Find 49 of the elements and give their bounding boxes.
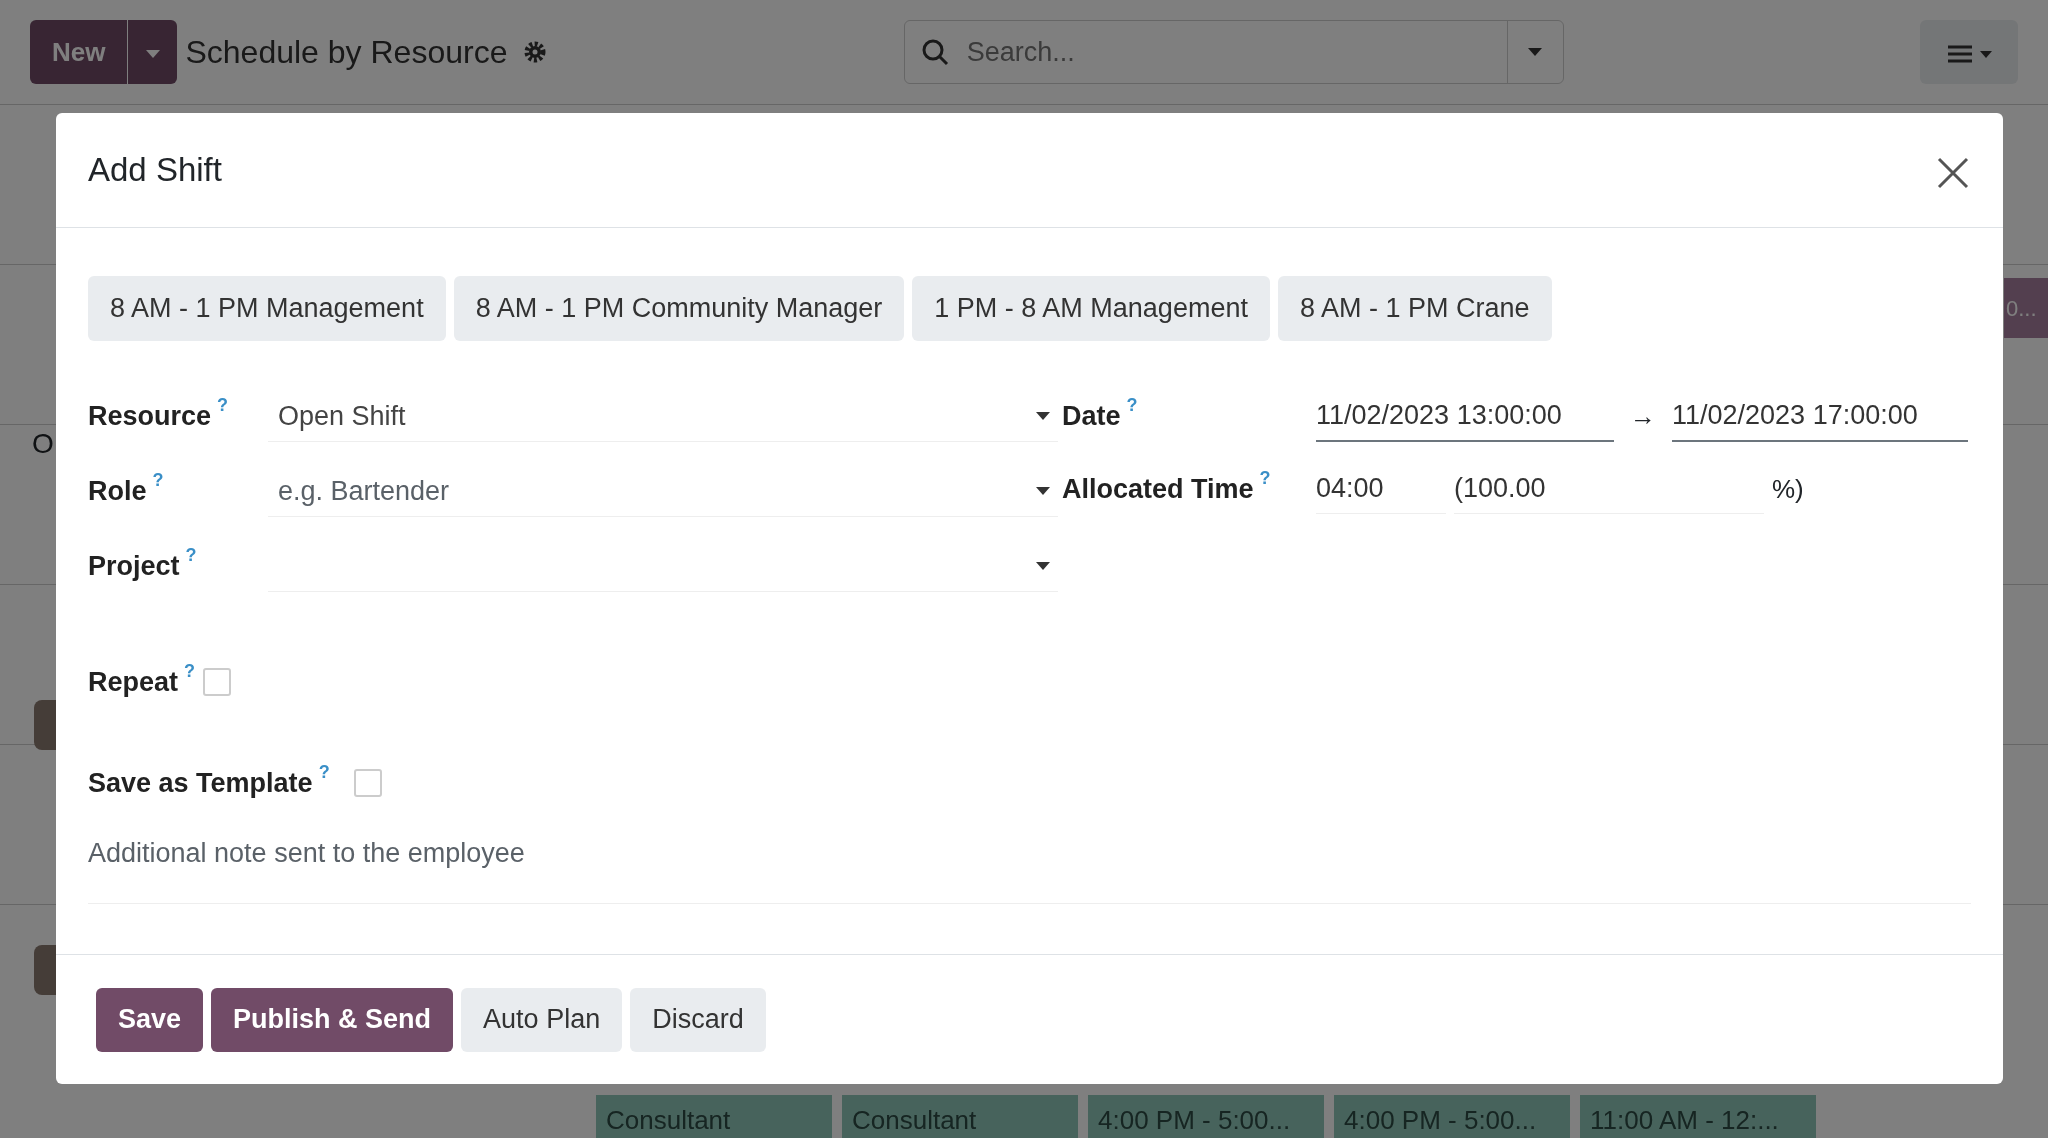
dialog-button[interactable]: Auto Plan: [461, 987, 623, 1052]
dialog-button[interactable]: Save: [96, 987, 204, 1052]
caret-icon[interactable]: [1036, 562, 1050, 570]
select-field[interactable]: e.g. Bartender: [268, 466, 1058, 517]
help-mark[interactable]: ?: [185, 546, 197, 565]
help-mark[interactable]: ?: [152, 471, 164, 490]
search-field[interactable]: Search...: [903, 20, 1564, 84]
select-field[interactable]: Open Shift: [268, 391, 1058, 442]
date-field[interactable]: 11/02/2023 13:00:00: [1316, 391, 1614, 442]
template-button[interactable]: 8 AM - 1 PM Community Manager: [453, 276, 905, 341]
gear-icon[interactable]: [523, 40, 548, 64]
search-icon: [920, 38, 949, 66]
help-mark[interactable]: ?: [1126, 396, 1138, 415]
field-label: Date: [1062, 400, 1121, 434]
field-label: Resource: [88, 400, 212, 434]
dialog-button[interactable]: Discard: [630, 987, 766, 1052]
date-field[interactable]: 11/02/2023 17:00:00: [1672, 391, 1968, 442]
page-title: Schedule by Resource: [185, 33, 508, 72]
template-button[interactable]: 8 AM - 1 PM Crane: [1277, 276, 1552, 341]
caret-icon[interactable]: [1036, 412, 1050, 420]
caret-icon: [145, 49, 160, 58]
help-mark[interactable]: ?: [318, 762, 330, 781]
view-switcher-button[interactable]: [1920, 20, 2018, 84]
hours-field[interactable]: 04:00: [1316, 464, 1446, 514]
checkbox[interactable]: [353, 768, 382, 797]
percent-text: %): [1772, 472, 1804, 506]
dialog-title: Add Shift: [88, 150, 222, 190]
arrow-text: →: [1630, 400, 1656, 433]
search-input[interactable]: Search...: [964, 30, 1507, 74]
help-mark[interactable]: ?: [184, 662, 196, 680]
select-input[interactable]: e.g. Bartender: [276, 469, 1036, 513]
field-label: Save as Template: [88, 766, 313, 800]
select-input[interactable]: Open Shift: [276, 394, 1036, 438]
new-button[interactable]: New: [30, 20, 128, 84]
caret-icon[interactable]: [1036, 487, 1050, 495]
field-label: Repeat: [88, 666, 179, 699]
new-dropdown-button[interactable]: [127, 20, 178, 84]
percent-field[interactable]: (100.00: [1454, 464, 1764, 514]
field-label: Role: [88, 475, 147, 509]
template-button[interactable]: 8 AM - 1 PM Management: [88, 276, 446, 341]
checkbox[interactable]: [203, 668, 232, 697]
row-label: O: [32, 427, 54, 461]
field-label: Allocated Time: [1062, 472, 1254, 506]
template-button[interactable]: 1 PM - 8 AM Management: [912, 276, 1270, 341]
note-field[interactable]: Additional note sent to the employee: [88, 823, 1971, 883]
field-label: Project: [88, 550, 180, 584]
help-mark[interactable]: ?: [217, 396, 229, 415]
dialog-button[interactable]: Publish & Send: [211, 987, 454, 1052]
help-mark[interactable]: ?: [1259, 468, 1271, 487]
